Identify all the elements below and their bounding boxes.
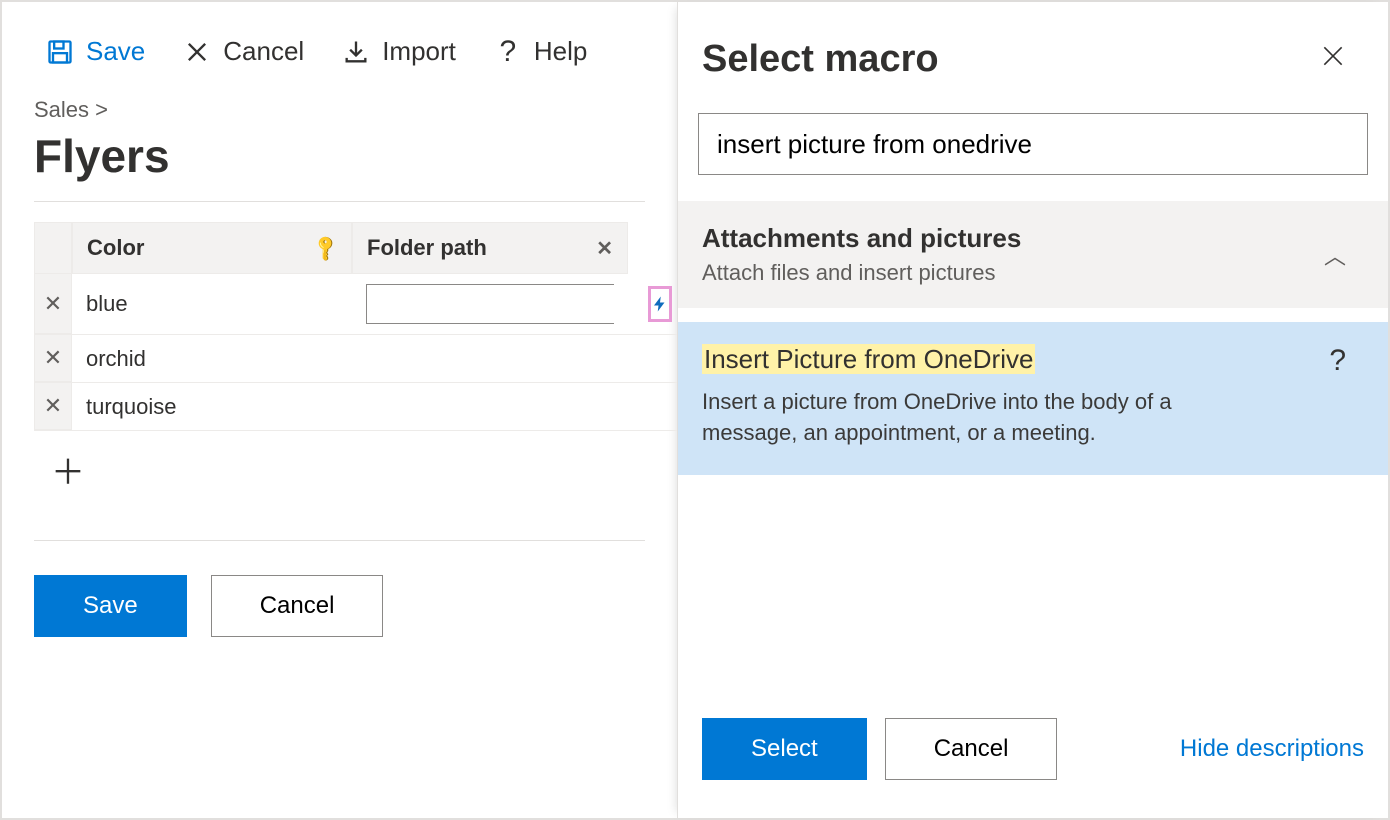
breadcrumb-sep: >	[95, 97, 108, 122]
category-header[interactable]: Attachments and pictures Attach files an…	[678, 201, 1388, 308]
save-button[interactable]: Save	[46, 36, 145, 67]
data-grid: Color 🔑 Folder path ✕ ✕ blue	[34, 222, 677, 518]
close-icon	[183, 38, 211, 66]
panel-title: Select macro	[702, 38, 939, 81]
header-path[interactable]: Folder path ✕	[352, 222, 628, 274]
select-macro-panel: Select macro Attachments and pictures At…	[677, 2, 1388, 818]
page-title: Flyers	[2, 123, 677, 201]
cell-path[interactable]	[352, 335, 628, 382]
toggle-descriptions-link[interactable]: Hide descriptions	[1180, 735, 1364, 763]
cell-path[interactable]	[352, 274, 628, 334]
save-button[interactable]: Save	[34, 575, 187, 637]
header-rowhead	[34, 222, 72, 274]
cancel-button[interactable]: Cancel	[183, 36, 304, 67]
divider	[34, 201, 645, 202]
macro-item-title: Insert Picture from OneDrive	[702, 344, 1035, 374]
import-icon	[342, 38, 370, 66]
search-wrap	[674, 91, 1388, 201]
chevron-up-icon[interactable]: ︿	[1324, 239, 1346, 271]
cell-color[interactable]: turquoise	[72, 383, 352, 430]
import-label: Import	[382, 36, 456, 67]
panel-footer: Select Cancel Hide descriptions	[678, 718, 1388, 818]
toolbar: Save Cancel Import ? Help	[2, 2, 677, 87]
table-row: ✕ blue	[34, 274, 677, 335]
folder-path-input[interactable]	[367, 285, 648, 323]
grid-header: Color 🔑 Folder path ✕	[34, 222, 677, 274]
header-path-label: Folder path	[367, 235, 487, 261]
cancel-label: Cancel	[223, 36, 304, 67]
table-row: ✕ orchid	[34, 335, 677, 383]
select-button[interactable]: Select	[702, 718, 867, 780]
close-panel-button[interactable]	[1320, 43, 1346, 76]
delete-row-icon[interactable]: ✕	[44, 291, 62, 317]
cancel-button[interactable]: Cancel	[211, 575, 384, 637]
row-handle[interactable]: ✕	[34, 274, 72, 334]
lightning-icon	[651, 293, 669, 315]
help-label: Help	[534, 36, 587, 67]
form-footer: Save Cancel	[34, 540, 645, 637]
cell-color[interactable]: orchid	[72, 335, 352, 382]
macro-help-icon[interactable]: ?	[1329, 344, 1346, 449]
main-pane: Save Cancel Import ? Help Sales >	[2, 2, 677, 818]
macro-item-insert-picture[interactable]: Insert Picture from OneDrive Insert a pi…	[678, 322, 1388, 475]
save-label: Save	[86, 36, 145, 67]
close-icon	[1320, 43, 1346, 69]
cancel-button[interactable]: Cancel	[885, 718, 1058, 780]
panel-header: Select macro	[678, 2, 1388, 91]
breadcrumb-parent[interactable]: Sales	[34, 97, 89, 122]
help-button[interactable]: ? Help	[494, 36, 587, 67]
category-title: Attachments and pictures	[702, 223, 1021, 254]
row-handle[interactable]: ✕	[34, 383, 72, 430]
table-row: ✕ turquoise	[34, 383, 677, 431]
add-row: ＋	[34, 431, 677, 518]
macro-picker-button[interactable]	[648, 286, 672, 322]
clear-column-icon[interactable]: ✕	[596, 236, 613, 261]
help-icon: ?	[494, 38, 522, 66]
save-icon	[46, 38, 74, 66]
delete-row-icon[interactable]: ✕	[44, 345, 62, 371]
import-button[interactable]: Import	[342, 36, 456, 67]
category-subtitle: Attach files and insert pictures	[702, 260, 1021, 286]
macro-item-description: Insert a picture from OneDrive into the …	[702, 387, 1232, 449]
cell-color[interactable]: blue	[72, 274, 352, 334]
macro-search-input[interactable]	[698, 113, 1368, 175]
row-handle[interactable]: ✕	[34, 335, 72, 382]
header-color[interactable]: Color 🔑	[72, 222, 352, 274]
breadcrumb[interactable]: Sales >	[2, 87, 677, 123]
cell-path[interactable]	[352, 383, 628, 430]
delete-row-icon[interactable]: ✕	[44, 393, 62, 419]
add-row-button[interactable]: ＋	[48, 445, 88, 494]
key-icon: 🔑	[310, 233, 341, 264]
header-color-label: Color	[87, 235, 144, 261]
